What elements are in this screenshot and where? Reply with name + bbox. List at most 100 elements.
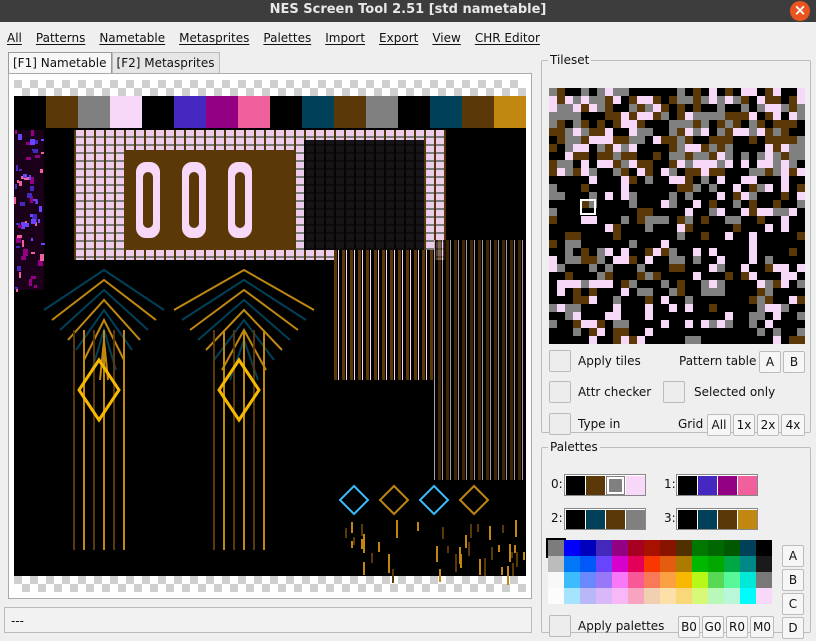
master-color-swatch[interactable]	[740, 588, 756, 604]
master-color-swatch[interactable]	[564, 540, 580, 556]
master-color-swatch[interactable]	[708, 540, 724, 556]
master-color-swatch[interactable]	[580, 556, 596, 572]
apply-tiles-checkbox[interactable]	[549, 350, 571, 372]
master-color-swatch[interactable]	[612, 540, 628, 556]
master-color-swatch[interactable]	[596, 540, 612, 556]
master-palette[interactable]	[546, 538, 772, 604]
palette-2-color-1[interactable]	[586, 510, 605, 529]
master-color-swatch[interactable]	[596, 572, 612, 588]
menu-import[interactable]: Import	[318, 28, 372, 48]
palette-1-color-3[interactable]	[738, 476, 757, 495]
palette-0-color-0[interactable]	[566, 476, 585, 495]
type-in-checkbox[interactable]	[549, 413, 571, 435]
close-icon[interactable]: ×	[790, 1, 810, 21]
master-color-swatch[interactable]	[644, 588, 660, 604]
master-color-swatch[interactable]	[692, 556, 708, 572]
palette-0-color-2[interactable]	[606, 476, 625, 495]
palette-0-color-1[interactable]	[586, 476, 605, 495]
palette-2[interactable]	[564, 508, 646, 530]
palette-3-color-3[interactable]	[738, 510, 757, 529]
master-color-swatch[interactable]	[756, 540, 772, 556]
apply-palettes-checkbox[interactable]	[549, 615, 571, 637]
master-color-swatch[interactable]	[546, 538, 566, 558]
palette-1[interactable]	[676, 474, 758, 496]
palette-3-color-1[interactable]	[698, 510, 717, 529]
master-color-swatch[interactable]	[644, 556, 660, 572]
pattern-table-a-button[interactable]: A	[759, 351, 781, 373]
master-color-swatch[interactable]	[564, 572, 580, 588]
master-color-swatch[interactable]	[676, 540, 692, 556]
nametable-canvas[interactable]	[14, 80, 526, 592]
menu-palettes[interactable]: Palettes	[256, 28, 318, 48]
master-color-swatch[interactable]	[676, 556, 692, 572]
palette-2-color-0[interactable]	[566, 510, 585, 529]
master-color-swatch[interactable]	[740, 556, 756, 572]
menu-nametable[interactable]: Nametable	[92, 28, 172, 48]
palette-set-a-button[interactable]: A	[782, 545, 804, 567]
menu-chr-editor[interactable]: CHR Editor	[468, 28, 547, 48]
menu-metasprites[interactable]: Metasprites	[172, 28, 256, 48]
master-color-swatch[interactable]	[676, 588, 692, 604]
tab-nametable[interactable]: [F1] Nametable	[8, 52, 112, 74]
nametable-image[interactable]	[14, 80, 526, 592]
master-color-swatch[interactable]	[708, 588, 724, 604]
palette-0-color-3[interactable]	[626, 476, 645, 495]
master-color-swatch[interactable]	[660, 572, 676, 588]
menu-patterns[interactable]: Patterns	[29, 28, 92, 48]
master-color-swatch[interactable]	[756, 556, 772, 572]
master-color-swatch[interactable]	[580, 588, 596, 604]
reset-b0-button[interactable]: B0	[678, 616, 700, 638]
palette-3[interactable]	[676, 508, 758, 530]
palette-2-color-3[interactable]	[626, 510, 645, 529]
master-color-swatch[interactable]	[644, 540, 660, 556]
master-color-swatch[interactable]	[740, 572, 756, 588]
master-color-swatch[interactable]	[580, 540, 596, 556]
master-color-swatch[interactable]	[676, 572, 692, 588]
master-color-swatch[interactable]	[548, 572, 564, 588]
master-color-swatch[interactable]	[548, 588, 564, 604]
reset-g0-button[interactable]: G0	[702, 616, 724, 638]
master-color-swatch[interactable]	[564, 556, 580, 572]
palette-1-color-1[interactable]	[698, 476, 717, 495]
master-color-swatch[interactable]	[740, 540, 756, 556]
palette-set-b-button[interactable]: B	[782, 569, 804, 591]
master-color-swatch[interactable]	[628, 540, 644, 556]
master-color-swatch[interactable]	[660, 556, 676, 572]
tileset-canvas[interactable]	[549, 88, 805, 344]
menu-export[interactable]: Export	[372, 28, 425, 48]
palette-1-color-0[interactable]	[678, 476, 697, 495]
master-color-swatch[interactable]	[644, 572, 660, 588]
palette-set-d-button[interactable]: D	[782, 617, 804, 639]
selected-only-checkbox[interactable]	[663, 381, 685, 403]
palette-1-color-2[interactable]	[718, 476, 737, 495]
tab-metasprites[interactable]: [F2] Metasprites	[111, 52, 220, 74]
master-color-swatch[interactable]	[612, 588, 628, 604]
reset-m0-button[interactable]: M0	[750, 616, 774, 638]
master-color-swatch[interactable]	[580, 572, 596, 588]
master-color-swatch[interactable]	[692, 540, 708, 556]
palette-set-c-button[interactable]: C	[782, 593, 804, 615]
master-color-swatch[interactable]	[612, 556, 628, 572]
master-color-swatch[interactable]	[708, 556, 724, 572]
attr-checker-checkbox[interactable]	[549, 381, 571, 403]
master-color-swatch[interactable]	[628, 588, 644, 604]
master-color-swatch[interactable]	[548, 556, 564, 572]
tileset-image[interactable]	[549, 88, 805, 344]
reset-r0-button[interactable]: R0	[726, 616, 748, 638]
master-color-swatch[interactable]	[564, 588, 580, 604]
palette-2-color-2[interactable]	[606, 510, 625, 529]
grid-all-button[interactable]: All	[707, 414, 731, 436]
master-color-swatch[interactable]	[660, 540, 676, 556]
menu-all[interactable]: All	[0, 28, 29, 48]
grid-4x-button[interactable]: 4x	[781, 414, 805, 436]
master-color-swatch[interactable]	[724, 588, 740, 604]
master-color-swatch[interactable]	[628, 556, 644, 572]
grid-1x-button[interactable]: 1x	[733, 414, 755, 436]
master-color-swatch[interactable]	[612, 572, 628, 588]
master-color-swatch[interactable]	[724, 556, 740, 572]
master-color-swatch[interactable]	[596, 588, 612, 604]
master-color-swatch[interactable]	[596, 556, 612, 572]
palette-0[interactable]	[564, 474, 646, 496]
master-color-swatch[interactable]	[756, 588, 772, 604]
master-color-swatch[interactable]	[660, 588, 676, 604]
